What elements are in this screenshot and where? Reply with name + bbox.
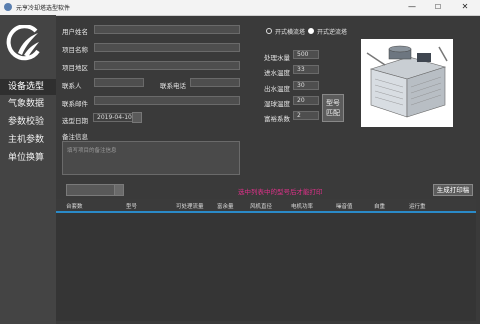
- date-input[interactable]: 2019-04-10: [93, 113, 133, 122]
- window-title: 元亨冷却塔选型软件: [16, 5, 71, 12]
- flow-label: 处理水量: [264, 54, 290, 62]
- results-table[interactable]: 台套数 型号 可处理流量 富余量 风机直径 电机功率 噪音值 自重 运行重: [56, 199, 476, 321]
- project-name-label: 项目名称: [62, 46, 88, 54]
- contact-input[interactable]: [94, 78, 144, 87]
- column-header[interactable]: 台套数: [66, 202, 83, 210]
- note-label: 备注信息: [62, 133, 88, 141]
- title-bar: 元亨冷却塔选型软件 — ☐ ✕: [0, 0, 480, 16]
- wetbulb-temp-label: 湿球温度: [264, 100, 290, 108]
- project-name-input[interactable]: [94, 43, 240, 52]
- sidebar-item-chiller[interactable]: 主机参数: [0, 132, 56, 148]
- column-header[interactable]: 富余量: [217, 202, 234, 210]
- sidebar-item-weather[interactable]: 气象数据: [0, 96, 56, 112]
- generate-print-button[interactable]: 生成打印稿: [433, 184, 473, 196]
- inlet-temp-label: 进水温度: [264, 69, 290, 77]
- app-icon: [4, 3, 12, 11]
- logo-icon: [6, 25, 40, 61]
- minimize-button[interactable]: —: [402, 1, 422, 13]
- column-header[interactable]: 电机功率: [291, 202, 313, 210]
- flow-input[interactable]: 500: [293, 50, 319, 59]
- print-hint: 选中列表中的型号后才能打印: [238, 188, 323, 196]
- project-region-input[interactable]: [94, 61, 240, 70]
- sidebar-item-units[interactable]: 单位换算: [0, 150, 56, 166]
- maximize-button[interactable]: ☐: [428, 1, 448, 13]
- sidebar: 设备选型 气象数据 参数校验 主机参数 单位换算: [0, 15, 56, 324]
- cooling-tower-image: [361, 39, 453, 127]
- column-header[interactable]: 自重: [374, 202, 385, 210]
- margin-coef-input[interactable]: 2: [293, 111, 319, 120]
- radio-crossflow-label: 开式横流塔: [275, 29, 306, 36]
- column-header[interactable]: 运行重: [409, 202, 426, 210]
- phone-input[interactable]: [190, 78, 240, 87]
- sidebar-item-validation[interactable]: 参数校验: [0, 114, 56, 130]
- user-name-input[interactable]: [94, 25, 240, 34]
- model-match-label: 型号 匹配: [326, 99, 340, 117]
- column-header[interactable]: 可处理流量: [176, 202, 204, 210]
- model-select[interactable]: [66, 184, 124, 196]
- inlet-temp-input[interactable]: 33: [293, 65, 319, 74]
- date-label: 选型日期: [62, 117, 88, 125]
- chevron-down-icon[interactable]: [114, 185, 123, 195]
- date-picker-button[interactable]: [132, 112, 142, 123]
- phone-label: 联系电话: [160, 82, 186, 90]
- column-header[interactable]: 型号: [126, 202, 137, 210]
- contact-label: 联系人: [62, 82, 82, 90]
- table-header: 台套数 型号 可处理流量 富余量 风机直径 电机功率 噪音值 自重 运行重: [56, 199, 476, 213]
- note-textarea[interactable]: 填写项目的备注信息: [62, 141, 240, 175]
- close-button[interactable]: ✕: [455, 1, 475, 13]
- radio-counterflow[interactable]: [308, 28, 314, 34]
- user-name-label: 用户姓名: [62, 28, 88, 36]
- outlet-temp-input[interactable]: 30: [293, 81, 319, 90]
- column-header[interactable]: 噪音值: [336, 202, 353, 210]
- radio-crossflow[interactable]: [266, 28, 272, 34]
- radio-counterflow-label: 开式逆流塔: [317, 29, 348, 36]
- email-label: 联系邮件: [62, 100, 88, 108]
- column-header[interactable]: 风机直径: [250, 202, 272, 210]
- email-input[interactable]: [94, 96, 240, 105]
- margin-coef-label: 富裕系数: [264, 115, 290, 123]
- project-region-label: 项目地区: [62, 64, 88, 72]
- wetbulb-temp-input[interactable]: 20: [293, 96, 319, 105]
- model-match-button[interactable]: 型号 匹配: [322, 94, 344, 122]
- outlet-temp-label: 出水温度: [264, 85, 290, 93]
- sidebar-item-selection[interactable]: 设备选型: [0, 79, 56, 95]
